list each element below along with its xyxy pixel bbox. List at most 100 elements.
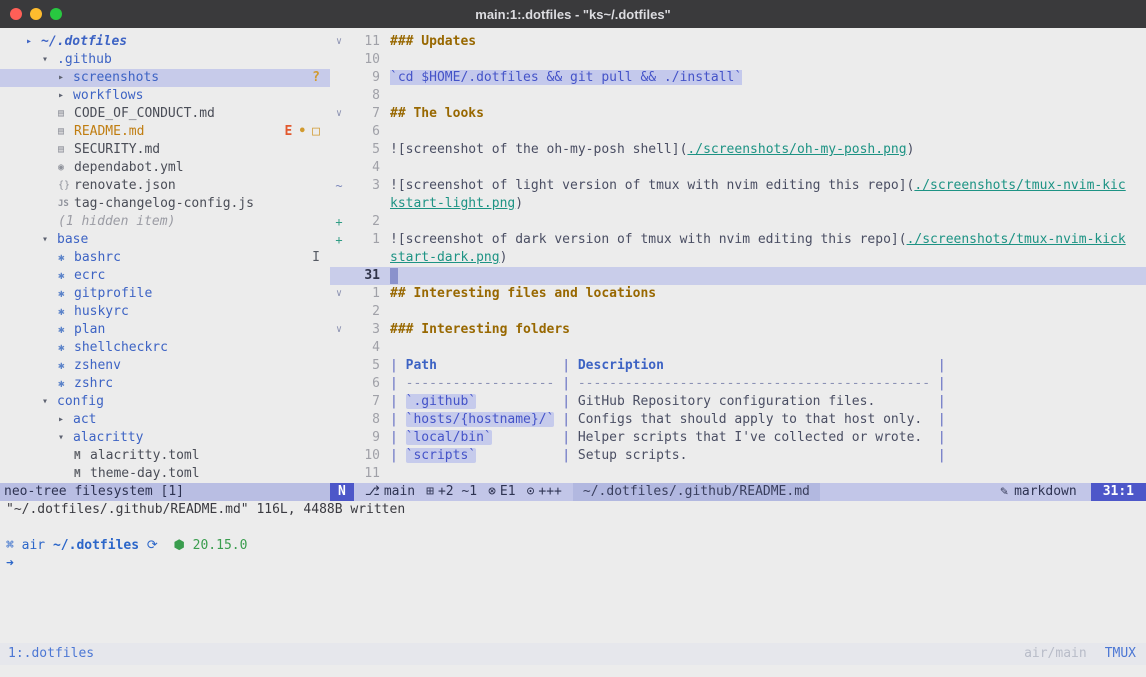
editor-line[interactable]: +2	[330, 213, 1146, 231]
editor-line[interactable]: ∨11### Updates	[330, 33, 1146, 51]
editor-line[interactable]: 9`cd $HOME/.dotfiles && git pull && ./in…	[330, 69, 1146, 87]
editor-line[interactable]: 31	[330, 267, 1146, 285]
sidebar-item-dependabot-yml[interactable]: ◉dependabot.yml	[0, 159, 330, 177]
markdown-link[interactable]: ./screenshots/oh-my-posh.png	[687, 142, 906, 157]
markdown-link[interactable]: ./screenshots/tmux-nvim-kic	[914, 178, 1125, 193]
editor-line[interactable]: kstart-light.png)	[330, 195, 1146, 213]
editor-line[interactable]: 6| ------------------- | ---------------…	[330, 375, 1146, 393]
statusline-segment-label: +++	[538, 484, 561, 499]
editor-line[interactable]: 4	[330, 339, 1146, 357]
sidebar-item-workflows[interactable]: ▸workflows	[0, 87, 330, 105]
sidebar-item-tag-changelog-config-js[interactable]: JStag-changelog-config.js	[0, 195, 330, 213]
markdown-link[interactable]: start-dark.png	[390, 250, 500, 265]
sidebar-item-code-of-conduct-md[interactable]: ▤CODE_OF_CONDUCT.md	[0, 105, 330, 123]
fold-column	[330, 141, 348, 159]
sidebar-item-zshrc[interactable]: ✱zshrc	[0, 375, 330, 393]
status-badge: □	[312, 123, 320, 141]
fold-column	[330, 159, 348, 177]
sidebar-item-renovate-json[interactable]: {}renovate.json	[0, 177, 330, 195]
markdown-link[interactable]: kstart-light.png	[390, 196, 515, 211]
editor-line[interactable]: 11	[330, 465, 1146, 483]
sidebar-item-gitprofile[interactable]: ✱gitprofile	[0, 285, 330, 303]
sidebar-item-shellcheckrc[interactable]: ✱shellcheckrc	[0, 339, 330, 357]
sidebar-item-ecrc[interactable]: ✱ecrc	[0, 267, 330, 285]
sidebar-item-huskyrc[interactable]: ✱huskyrc	[0, 303, 330, 321]
line-content: | `scripts` | Setup scripts. |	[390, 447, 946, 465]
file-icon: ✱	[58, 267, 74, 285]
zoom-window-button[interactable]	[50, 8, 62, 20]
sidebar-item-alacritty-toml[interactable]: Malacritty.toml	[0, 447, 330, 465]
window-title: main:1:.dotfiles - "ks~/.dotfiles"	[475, 7, 670, 22]
text-segment: ----------------------------------------…	[578, 376, 930, 391]
text-segment: |	[390, 376, 406, 391]
sidebar-item-screenshots[interactable]: ▸screenshots?	[0, 69, 330, 87]
item-label: dependabot.yml	[74, 159, 184, 177]
editor-line[interactable]: ∨3### Interesting folders	[330, 321, 1146, 339]
item-label: zshenv	[74, 357, 121, 375]
sidebar-item-security-md[interactable]: ▤SECURITY.md	[0, 141, 330, 159]
editor-line[interactable]: start-dark.png)	[330, 249, 1146, 267]
text-segment: ### Updates	[390, 34, 476, 49]
gutter-gap	[380, 411, 390, 429]
sidebar-item-1-hidden-item[interactable]: (1 hidden item)	[0, 213, 330, 231]
sidebar-item-theme-day-toml[interactable]: Mtheme-day.toml	[0, 465, 330, 483]
text-segment: ### Interesting folders	[390, 322, 570, 337]
gutter-gap	[380, 141, 390, 159]
apple-icon: ⌘	[6, 538, 14, 553]
line-number: 10	[348, 51, 380, 69]
sidebar-item-readme-md[interactable]: ▤README.mdE•□	[0, 123, 330, 141]
sidebar-item-dotfiles[interactable]: ▸~/.dotfiles	[0, 33, 330, 51]
line-content: `cd $HOME/.dotfiles && git pull && ./ins…	[390, 69, 742, 87]
editor-line[interactable]: 2	[330, 303, 1146, 321]
editor-line[interactable]: 9| `local/bin` | Helper scripts that I'v…	[330, 429, 1146, 447]
editor-line[interactable]: 6	[330, 123, 1146, 141]
fold-column	[330, 429, 348, 447]
item-label: act	[73, 411, 96, 429]
line-number: 4	[348, 159, 380, 177]
file-icon: M	[74, 447, 90, 465]
line-number: 1	[348, 231, 380, 249]
sidebar-item-base[interactable]: ▾base	[0, 231, 330, 249]
editor-line[interactable]: 5![screenshot of the oh-my-posh shell](.…	[330, 141, 1146, 159]
item-label: CODE_OF_CONDUCT.md	[74, 105, 215, 123]
close-window-button[interactable]	[10, 8, 22, 20]
sidebar-item-act[interactable]: ▸act	[0, 411, 330, 429]
editor-line[interactable]: 10	[330, 51, 1146, 69]
status-badges: E•□	[285, 123, 330, 141]
markdown-link[interactable]: ./screenshots/tmux-nvim-kick	[907, 232, 1126, 247]
minimize-window-button[interactable]	[30, 8, 42, 20]
item-label: workflows	[73, 87, 143, 105]
text-segment	[476, 394, 554, 409]
editor-line[interactable]: 4	[330, 159, 1146, 177]
line-number: 31	[348, 267, 380, 285]
editor-line[interactable]: ∨7## The looks	[330, 105, 1146, 123]
editor-line[interactable]: 8| `hosts/{hostname}/` | Configs that sh…	[330, 411, 1146, 429]
hunk-icon: ⊙	[527, 484, 535, 499]
tmux-window-tab[interactable]: 1:.dotfiles	[0, 645, 94, 663]
line-content: ![screenshot of light version of tmux wi…	[390, 177, 1126, 195]
editor-line[interactable]: 5| Path | Description |	[330, 357, 1146, 375]
sidebar-item-bashrc[interactable]: ✱bashrcI	[0, 249, 330, 267]
editor-line[interactable]: ~3![screenshot of light version of tmux …	[330, 177, 1146, 195]
gutter-gap	[380, 285, 390, 303]
fold-column	[330, 447, 348, 465]
titlebar: main:1:.dotfiles - "ks~/.dotfiles"	[0, 0, 1146, 28]
traffic-lights	[10, 0, 62, 28]
text-segment: |	[554, 358, 577, 373]
editor-line[interactable]: 10| `scripts` | Setup scripts. |	[330, 447, 1146, 465]
sidebar-item-config[interactable]: ▾config	[0, 393, 330, 411]
editor-line[interactable]: 8	[330, 87, 1146, 105]
editor-line[interactable]: ∨1## Interesting files and locations	[330, 285, 1146, 303]
editor-line[interactable]: 7| `.github` | GitHub Repository configu…	[330, 393, 1146, 411]
chevron-right-icon: ▸	[58, 411, 73, 429]
sidebar-item-plan[interactable]: ✱plan	[0, 321, 330, 339]
sidebar-item-github[interactable]: ▾.github	[0, 51, 330, 69]
text-segment: ![screenshot of light version of tmux wi…	[390, 178, 914, 193]
statusline-filepath: ~/.dotfiles/.github/README.md	[573, 483, 820, 501]
sidebar-item-alacritty[interactable]: ▾alacritty	[0, 429, 330, 447]
editor-line[interactable]: +1![screenshot of dark version of tmux w…	[330, 231, 1146, 249]
sidebar-item-zshenv[interactable]: ✱zshenv	[0, 357, 330, 375]
item-label: .github	[57, 51, 112, 69]
diff-icon: ⊞	[426, 484, 434, 499]
text-segment: -------------------	[406, 376, 555, 391]
